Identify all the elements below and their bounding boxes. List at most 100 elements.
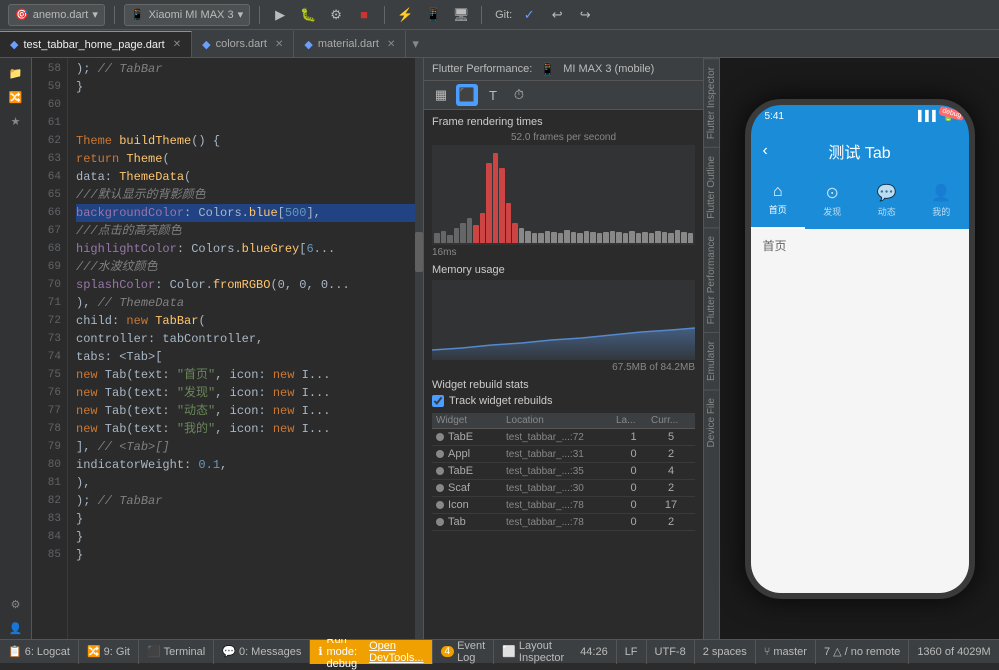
emulator-tab[interactable]: Emulator — [704, 332, 720, 389]
phone-tab-mine[interactable]: 👤 我的 — [914, 173, 969, 229]
phone-tab-dynamic[interactable]: 💬 动态 — [860, 173, 915, 229]
device-dropdown[interactable]: 📱 Xiaomi MI MAX 3 ▾ — [124, 4, 250, 26]
code-editor: 58596061 62636465 66676869 70717273 7475… — [32, 58, 423, 639]
frame-bar — [655, 231, 661, 243]
status-bar: 📋 6: Logcat 🔀 9: Git ⬛ Terminal 💬 0: Mes… — [0, 639, 999, 663]
memory-chart-svg — [432, 280, 695, 360]
phone-content-text: 首页 — [751, 229, 969, 262]
code-lines[interactable]: ); // TabBar } Theme buildTheme() { retu… — [68, 58, 423, 639]
flash-button[interactable]: ⚡ — [394, 4, 416, 26]
open-devtools-link[interactable]: Open DevTools... — [369, 640, 423, 664]
phone-tab-home[interactable]: ⌂ 首页 — [751, 173, 806, 229]
flutter-inspector-tab[interactable]: Flutter Inspector — [704, 58, 720, 147]
git-status-item[interactable]: 🔀 9: Git — [79, 640, 139, 664]
widget-last: 0 — [616, 465, 651, 477]
scroll-thumb[interactable] — [415, 232, 423, 272]
perf-timing-btn[interactable]: T — [482, 84, 504, 106]
tab-material[interactable]: ◆ material.dart ✕ — [294, 31, 406, 57]
project-dropdown[interactable]: 🎯 anemo.dart ▾ — [8, 4, 105, 26]
undo-button[interactable]: ↩ — [546, 4, 568, 26]
widget-name: Appl — [448, 448, 470, 460]
git-label: 9: Git — [104, 646, 130, 658]
dart-icon-2: ◆ — [202, 38, 210, 51]
run-button[interactable]: ▶ — [269, 4, 291, 26]
layout-inspector-status[interactable]: ⬜ Layout Inspector — [493, 640, 572, 664]
vcs-icon[interactable]: 🔀 — [5, 86, 27, 108]
col-location: Location — [506, 415, 616, 426]
frame-bar — [499, 168, 505, 243]
stop-button[interactable]: ■ — [353, 4, 375, 26]
git-checkmark-button[interactable]: ✓ — [518, 4, 540, 26]
frame-bar — [681, 232, 687, 243]
attach-button[interactable]: ⚙ — [325, 4, 347, 26]
device-file-tab[interactable]: Device File — [704, 389, 720, 455]
frame-bar — [584, 231, 590, 243]
event-log-status[interactable]: 4 Event Log — [432, 640, 494, 664]
memory-usage-label: 67.5MB of 84.2MB — [432, 362, 695, 373]
settings-sidebar-icon[interactable]: ⚙ — [5, 593, 27, 615]
widget-location: test_tabbar_...:30 — [506, 483, 616, 494]
track-widget-rebuilds-checkbox[interactable] — [432, 395, 444, 407]
dart-icon-3: ◆ — [304, 38, 312, 51]
tab-test-tabbar[interactable]: ◆ test_tabbar_home_page.dart ✕ — [0, 31, 192, 57]
frame-bar — [473, 225, 479, 243]
info-icon: ℹ — [318, 645, 322, 658]
close-tab-3[interactable]: ✕ — [387, 39, 395, 50]
table-row[interactable]: TabE test_tabbar_...:72 1 5 — [432, 429, 695, 446]
emulator-button[interactable]: 🖥 — [450, 4, 472, 26]
favorites-icon[interactable]: ★ — [5, 110, 27, 132]
phone-tab-dynamic-label: 动态 — [878, 205, 896, 218]
phone-button[interactable]: 📱 — [422, 4, 444, 26]
line-count-status: 1360 of 4029M — [909, 640, 999, 664]
frame-bar — [525, 231, 531, 243]
frame-bar — [532, 233, 538, 243]
event-count-badge: 4 — [441, 646, 455, 657]
redo-button[interactable]: ↪ — [574, 4, 596, 26]
git-branch-status[interactable]: ⑂ master — [756, 640, 816, 664]
widget-name: TabE — [448, 465, 473, 477]
chevron-down-icon: ▾ — [92, 8, 98, 21]
table-row[interactable]: Scaf test_tabbar_...:30 0 2 — [432, 480, 695, 497]
memory-title: Memory usage — [432, 264, 695, 276]
frame-bar — [629, 231, 635, 243]
logcat-status[interactable]: 📋 6: Logcat — [0, 640, 79, 664]
tab-colors[interactable]: ◆ colors.dart ✕ — [192, 31, 294, 57]
messages-status[interactable]: 💬 0: Messages — [214, 640, 310, 664]
table-row[interactable]: Tab test_tabbar_...:78 0 2 — [432, 514, 695, 531]
flutter-outline-tab[interactable]: Flutter Outline — [704, 147, 720, 227]
toolbar-sep-1 — [114, 6, 115, 24]
terminal-status[interactable]: ⬛ Terminal — [139, 640, 214, 664]
perf-clock-btn[interactable]: ⏱ — [508, 84, 530, 106]
mine-icon: 👤 — [931, 183, 951, 203]
phone-tab-discover[interactable]: ⊙ 发现 — [805, 173, 860, 229]
frame-bar — [597, 233, 603, 243]
perf-bar-chart-btn[interactable]: ▦ — [430, 84, 452, 106]
tab-label-3: material.dart — [318, 38, 379, 50]
more-tabs-button[interactable]: ▾ — [406, 31, 425, 57]
perf-frame-btn[interactable]: ⬛ — [456, 84, 478, 106]
widget-rebuild-table: Widget Location La... Curr... TabE test_… — [432, 413, 695, 639]
table-row[interactable]: Appl test_tabbar_...:31 0 2 — [432, 446, 695, 463]
project-dropdown-label: anemo.dart — [33, 9, 89, 21]
project-tree-icon[interactable]: 📁 — [5, 62, 27, 84]
table-row[interactable]: TabE test_tabbar_...:35 0 4 — [432, 463, 695, 480]
mobile-preview-area: debug 5:41 ▌▌▌ 🔋 ‹ 测试 Tab ⌂ 首页 ⊙ 发现 — [719, 58, 999, 639]
frame-bar — [519, 228, 525, 243]
git-branch-label: master — [773, 646, 807, 658]
debug-button[interactable]: 🐛 — [297, 4, 319, 26]
frame-bar — [623, 233, 629, 243]
phone-app-title: 测试 Tab — [828, 139, 890, 163]
user-icon[interactable]: 👤 — [5, 617, 27, 639]
phone-small-icon: 📱 — [540, 62, 555, 76]
terminal-icon: ⬛ — [147, 645, 161, 658]
dynamic-icon: 💬 — [877, 183, 897, 203]
back-arrow-icon[interactable]: ‹ — [763, 142, 768, 160]
table-row[interactable]: Icon test_tabbar_...:78 0 17 — [432, 497, 695, 514]
close-tab-1[interactable]: ✕ — [173, 39, 181, 50]
device-dropdown-label: Xiaomi MI MAX 3 — [149, 9, 234, 21]
widget-cell: TabE — [436, 431, 506, 443]
flutter-performance-tab[interactable]: Flutter Performance — [704, 227, 720, 332]
close-tab-2[interactable]: ✕ — [275, 39, 283, 50]
widget-cell: Tab — [436, 516, 506, 528]
scrollbar[interactable] — [415, 58, 423, 639]
